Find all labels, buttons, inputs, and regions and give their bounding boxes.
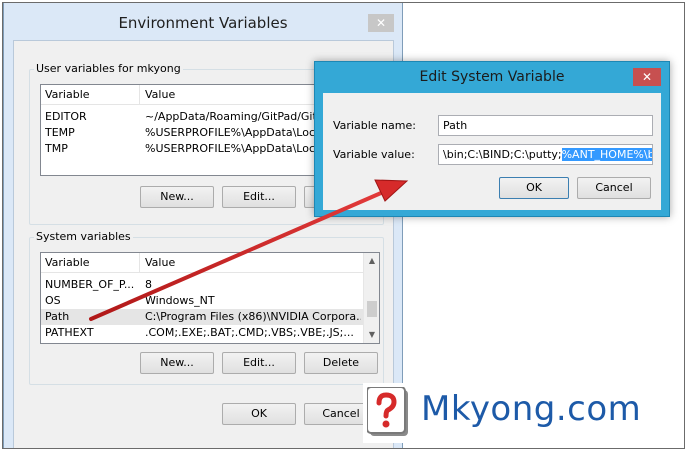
watermark-text: Mkyong.com [421,389,642,429]
screenshot-frame: Environment Variables ✕ User variables f… [2,2,685,449]
question-mark-logo-icon [367,387,408,436]
mkyong-watermark: Mkyong.com [363,383,683,443]
